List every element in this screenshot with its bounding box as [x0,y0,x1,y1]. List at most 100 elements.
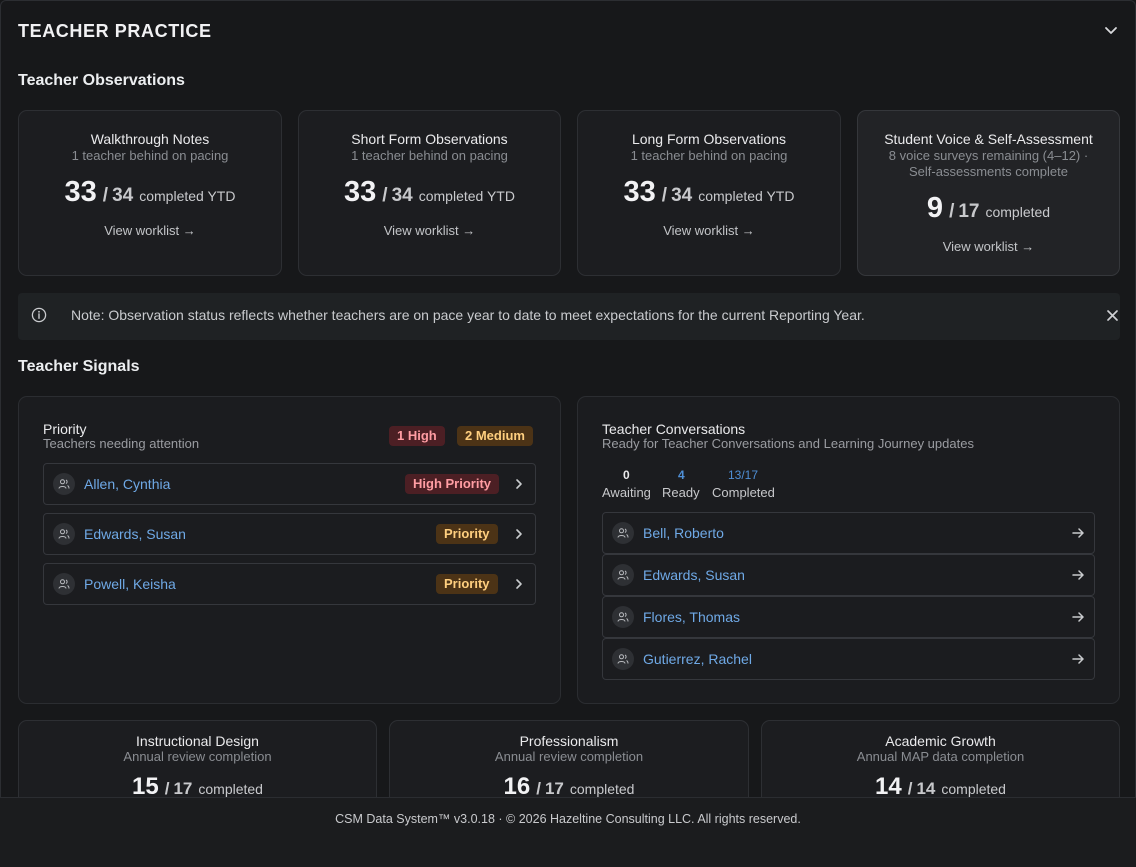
stat-label: Ready [662,485,700,500]
priority-tag: High Priority [405,474,500,494]
conversations-subtitle: Ready for Teacher Conversations and Lear… [602,436,974,451]
teacher-name[interactable]: Flores, Thomas [643,609,740,625]
conversation-row-edwards-susan[interactable]: Edwards, Susan [602,554,1095,596]
close-icon[interactable] [1106,309,1119,322]
stat-value: 13/17 [728,468,759,482]
teacher-name[interactable]: Allen, Cynthia [84,476,170,492]
users-icon [58,479,70,489]
card-subtitle: 1 teacher behind on pacing [71,148,229,163]
card-title: Academic Growth [885,733,996,749]
teacher-name[interactable]: Gutierrez, Rachel [643,651,752,667]
priority-panel: Priority Teachers needing attention 1 Hi… [18,396,561,704]
avatar [612,522,634,544]
card-stat: 14/14 completed [762,773,1119,798]
view-worklist-link[interactable]: View worklist → [858,239,1119,254]
users-icon [58,529,70,539]
conversation-row-gutierrez-rachel[interactable]: Gutierrez, Rachel [602,638,1095,680]
stat-total: 17 [958,201,980,222]
stat-separator: / [382,185,388,206]
chevron-right-icon [516,529,522,539]
stat-label: completed [569,781,635,797]
arrow-right-icon [1072,612,1084,622]
note-text: Note: Observation status reflects whethe… [71,307,865,323]
avatar [612,606,634,628]
info-icon [31,307,47,323]
card-title: Instructional Design [136,733,259,749]
academic-growth-card: Academic Growth Annual MAP data completi… [761,720,1120,798]
card-subtitle: 1 teacher behind on pacing [630,148,788,163]
priority-tag: Priority [436,574,498,594]
stat-separator: / [949,201,955,222]
teacher-name[interactable]: Edwards, Susan [84,526,186,542]
stat-label: completed YTD [698,188,795,204]
walkthrough-notes-card: Walkthrough Notes 1 teacher behind on pa… [18,110,282,276]
signals-title: Teacher Signals [18,358,140,375]
users-icon [617,570,629,580]
student-voice-card: Student Voice & Self-Assessment 8 voice … [857,110,1120,276]
stat-total: 17 [173,779,193,798]
long-form-observations-card: Long Form Observations 1 teacher behind … [577,110,841,276]
stat-awaiting[interactable]: 0 Awaiting [602,468,651,500]
stat-separator: / [164,779,170,798]
card-title: Professionalism [519,733,619,749]
footer-text: CSM Data System™ v3.0.18 · © 2026 Hazelt… [335,812,801,826]
card-title: Student Voice & Self-Assessment [884,131,1093,147]
chevron-right-icon [516,579,522,589]
card-subtitle: Annual review completion [494,749,644,764]
stat-separator: / [536,779,541,798]
view-worklist-link[interactable]: View worklist → [299,223,560,238]
card-subtitle-line-1: 8 voice surveys remaining (4–12) · [888,148,1089,163]
stat-total: 34 [391,185,413,206]
observation-note: Note: Observation status reflects whethe… [18,293,1120,340]
medium-count-badge: 2 Medium [457,426,533,446]
stat-label: completed [941,781,1006,797]
teacher-name[interactable]: Edwards, Susan [643,567,745,583]
stat-value: 16 [503,773,531,798]
avatar [612,564,634,586]
conversations-title: Teacher Conversations [602,421,746,437]
view-worklist-link[interactable]: View worklist → [578,223,840,238]
stat-value: 0 [623,468,630,482]
stat-label: Completed [712,485,775,500]
card-title: Short Form Observations [351,131,508,147]
high-count-badge: 1 High [389,426,445,446]
card-stat: 33/34 completed YTD [19,176,281,209]
instructional-design-card: Instructional Design Annual review compl… [18,720,377,798]
stat-completed[interactable]: 13/17 Completed [712,468,775,500]
teacher-practice-panel: TEACHER PRACTICE Teacher Observations Wa… [0,0,1136,798]
card-stat: 9/17 completed [858,192,1119,225]
observations-title: Teacher Observations [18,72,185,89]
stat-value: 9 [926,192,944,224]
priority-subtitle: Teachers needing attention [43,436,200,451]
stat-label: Awaiting [602,485,651,500]
stat-ready[interactable]: 4 Ready [662,468,700,500]
stat-value: 33 [344,176,377,208]
card-stat: 33/34 completed YTD [299,176,560,209]
priority-row-edwards-susan[interactable]: Edwards, Susan Priority [43,513,536,555]
card-stat: 33/34 completed YTD [578,176,840,209]
stat-separator: / [907,779,913,798]
stat-value: 15 [132,773,159,798]
avatar [53,473,75,495]
stat-label: completed [985,204,1051,220]
conversation-row-flores-thomas[interactable]: Flores, Thomas [602,596,1095,638]
teacher-name[interactable]: Bell, Roberto [643,525,724,541]
teacher-name[interactable]: Powell, Keisha [84,576,176,592]
priority-row-allen-cynthia[interactable]: Allen, Cynthia High Priority [43,463,536,505]
priority-row-powell-keisha[interactable]: Powell, Keisha Priority [43,563,536,605]
avatar [53,573,75,595]
chevron-right-icon [516,479,522,489]
chevron-down-icon[interactable] [1104,25,1118,37]
stat-total: 14 [916,779,936,798]
stat-label: completed [198,781,263,797]
stat-value: 33 [64,176,97,208]
arrow-right-icon [1072,528,1084,538]
conversation-row-bell-roberto[interactable]: Bell, Roberto [602,512,1095,554]
stat-value: 4 [678,468,685,482]
stat-separator: / [102,185,109,206]
arrow-right-icon [1072,570,1084,580]
view-worklist-link[interactable]: View worklist → [19,223,281,238]
professionalism-card: Professionalism Annual review completion… [389,720,749,798]
card-subtitle: Annual review completion [123,749,272,764]
users-icon [617,612,629,622]
